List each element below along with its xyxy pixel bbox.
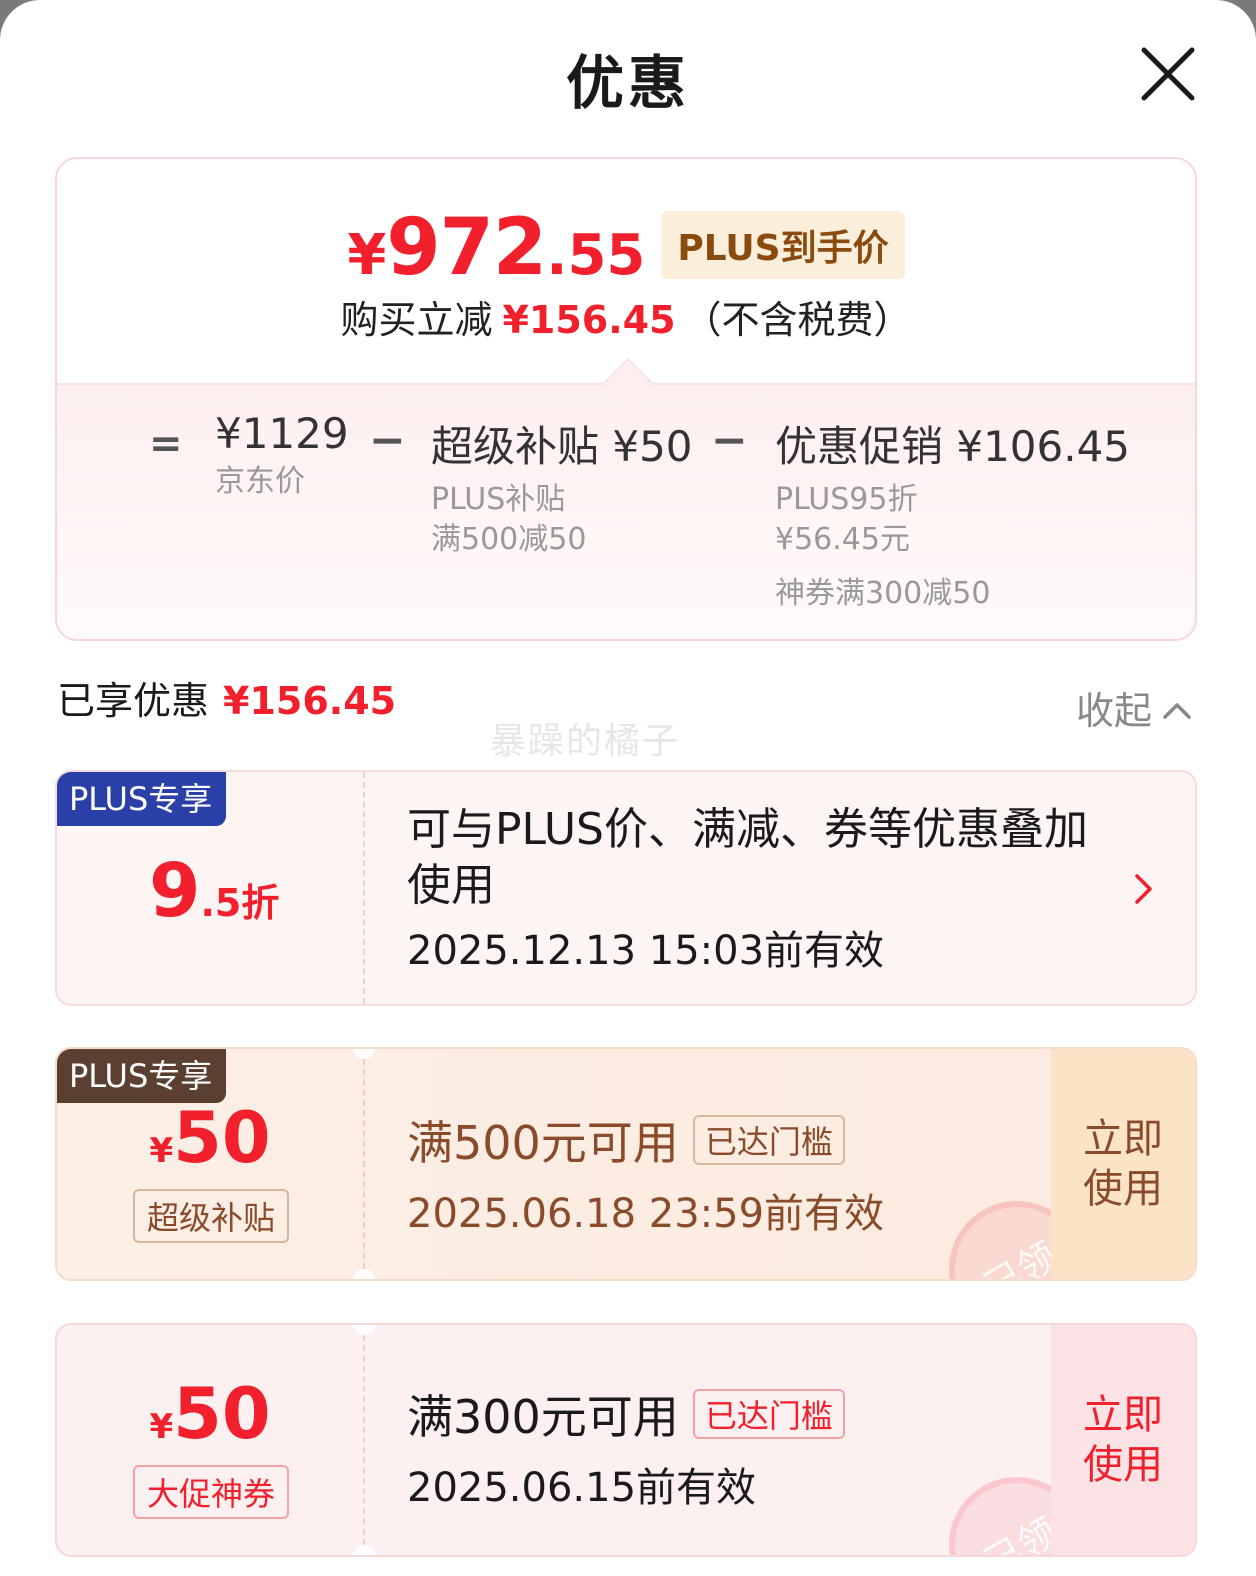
- perforation: [353, 1545, 375, 1555]
- jd-price-amount: ¥1129: [215, 409, 349, 458]
- discount-value: 9.5折: [149, 848, 279, 934]
- subsidy-line: 满500减50: [431, 522, 587, 557]
- price-decimal: .55: [546, 223, 646, 288]
- subsidy-line: PLUS补贴: [431, 482, 566, 517]
- amount-number: 50: [173, 1373, 271, 1455]
- coupon-info: 满500元可用 已达门槛 2025.06.18 23:59前有效: [407, 1107, 884, 1239]
- coupon-info: 满300元可用 已达门槛 2025.06.15前有效: [407, 1381, 845, 1513]
- coupon-divider: [363, 1325, 365, 1555]
- promo-line: ¥56.45元: [775, 522, 910, 557]
- plus-price-badge: PLUS到手价: [661, 211, 905, 279]
- perforation: [353, 1049, 375, 1059]
- perforation: [353, 1269, 375, 1279]
- coupon-expiry: 2025.12.13 15:03前有效: [407, 928, 885, 974]
- subsidy-title: 超级补贴 ¥50: [431, 422, 693, 471]
- promo-column: 优惠促销 ¥106.45 PLUS95折 ¥56.45元 神券满300减50: [775, 413, 1130, 614]
- amount-number: 50: [173, 1097, 271, 1179]
- subsidy-column: 超级补贴 ¥50 PLUS补贴 满500减50: [431, 413, 693, 560]
- price-integer: 972: [386, 203, 547, 293]
- price-summary-card: ¥972.55 PLUS到手价 购买立减 ¥156.45 （不含税费） = ¥1129…: [55, 157, 1197, 641]
- currency-symbol: ¥: [149, 1407, 174, 1447]
- use-now-button[interactable]: 立即使用: [1051, 1049, 1195, 1279]
- threshold-badge: 已达门槛: [692, 1115, 845, 1165]
- coupon-card-plus-discount[interactable]: PLUS专享 9.5折 可与PLUS价、满减、券等优惠叠加使用 2025.12.…: [55, 770, 1197, 1006]
- sheet-title: 优惠: [565, 49, 690, 117]
- coupon-divider: [363, 1049, 365, 1279]
- reduce-suffix: （不含税费）: [683, 298, 912, 342]
- reduce-prefix: 购买立减: [340, 298, 493, 342]
- plus-exclusive-tag: PLUS专享: [57, 772, 227, 826]
- currency-symbol: ¥: [149, 1131, 174, 1171]
- final-price-row: ¥972.55 PLUS到手价: [57, 203, 1195, 293]
- promo-title: 优惠促销 ¥106.45: [775, 422, 1131, 471]
- collapse-button[interactable]: 收起: [1076, 680, 1192, 735]
- threshold-badge: 已达门槛: [692, 1389, 845, 1439]
- minus-sign: −: [369, 415, 406, 466]
- perforation: [353, 1325, 375, 1335]
- coupon-amount: ¥50: [57, 1373, 363, 1455]
- use-now-button[interactable]: 立即使用: [1051, 1325, 1195, 1555]
- reduce-amount: ¥156.45: [502, 298, 676, 342]
- close-icon[interactable]: [1136, 42, 1200, 106]
- coupon-description: 可与PLUS价、满减、券等优惠叠加使用: [407, 804, 1088, 911]
- chevron-right-icon[interactable]: [1133, 872, 1155, 906]
- coupon-title: 满500元可用: [407, 1116, 679, 1170]
- coupon-card-super-subsidy: PLUS专享 ¥50 超级补贴 满500元可用 已达门槛 2025.06.18 2…: [55, 1047, 1197, 1281]
- coupon-divider: [363, 772, 365, 1004]
- coupon-sheet: 优惠 ¥972.55 PLUS到手价 购买立减 ¥156.45 （不含税费） = ¥1…: [0, 0, 1256, 1576]
- promo-line: 神券满300减50: [775, 576, 991, 611]
- coupon-title: 满300元可用: [407, 1390, 679, 1444]
- coupon-title-row: 满300元可用 已达门槛: [407, 1381, 845, 1447]
- coupon-expiry: 2025.06.18 23:59前有效: [407, 1191, 885, 1237]
- price-symbol: ¥: [347, 223, 387, 288]
- enjoyed-label: 已享优惠: [57, 679, 210, 723]
- reduce-row: 购买立减 ¥156.45 （不含税费）: [57, 289, 1195, 344]
- equals-sign: =: [149, 421, 183, 467]
- enjoyed-amount: ¥156.45: [223, 679, 397, 723]
- enjoyed-discount: 已享优惠 ¥156.45: [57, 670, 396, 725]
- collapse-label: 收起: [1076, 689, 1153, 733]
- plus-exclusive-tag: PLUS专享: [57, 1049, 227, 1103]
- jd-price-label: 京东价: [215, 464, 305, 499]
- coupon-amount: ¥50: [57, 1097, 363, 1179]
- coupon-type-label: 大促神券: [133, 1465, 289, 1519]
- coupon-type-label: 超级补贴: [133, 1189, 289, 1243]
- coupon-expiry: 2025.06.15前有效: [407, 1465, 757, 1511]
- discount-big: 9: [149, 848, 201, 934]
- discount-small: .5折: [200, 881, 280, 925]
- minus-sign: −: [711, 415, 748, 466]
- watermark: 暴躁的橘子: [490, 721, 681, 762]
- coupon-card-mega-voucher: ¥50 大促神券 满300元可用 已达门槛 2025.06.15前有效 已领 立即…: [55, 1323, 1197, 1557]
- chevron-up-icon: [1163, 703, 1191, 719]
- promo-line: PLUS95折: [775, 482, 918, 517]
- jd-price-column: ¥1129 京东价: [215, 409, 349, 502]
- coupon-title-row: 满500元可用 已达门槛: [407, 1107, 884, 1173]
